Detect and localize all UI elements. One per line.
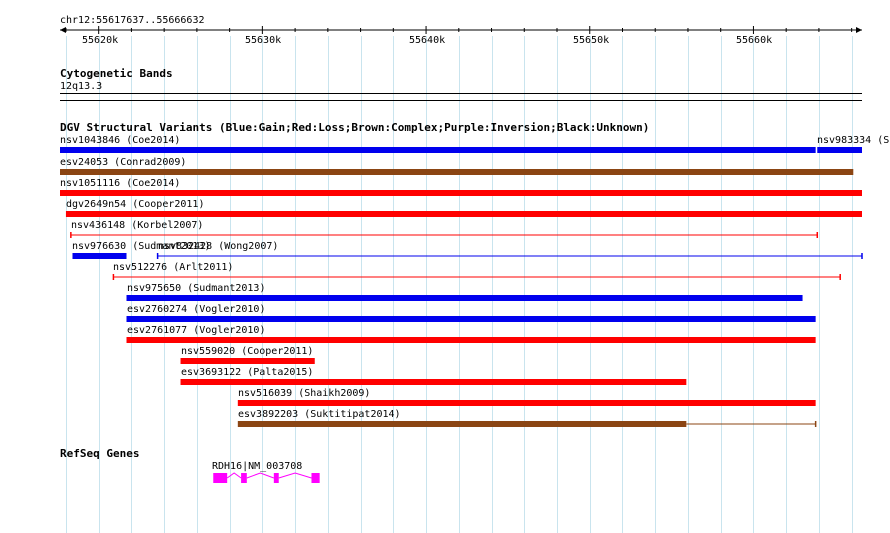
sv-feature-loss[interactable]: [126, 337, 816, 343]
sv-bar[interactable]: [237, 400, 816, 406]
sv-bar[interactable]: [60, 147, 816, 153]
sv-bar[interactable]: [817, 147, 862, 153]
sv-feature-gain[interactable]: [60, 147, 816, 153]
exon[interactable]: [213, 473, 228, 483]
sv-feature-label[interactable]: esv3693122 (Palta2015): [181, 367, 313, 378]
sv-feature-complex[interactable]: [60, 169, 854, 175]
intron: [278, 472, 312, 479]
gene-label[interactable]: RDH16|NM_003708: [212, 461, 302, 472]
sv-bar[interactable]: [65, 211, 862, 217]
sv-feature-loss[interactable]: [112, 274, 841, 280]
sv-bar[interactable]: [126, 337, 816, 343]
exon[interactable]: [241, 473, 247, 483]
sv-feature-label[interactable]: nsv983334 (S: [817, 135, 889, 146]
sv-feature-gain[interactable]: [126, 295, 803, 301]
sv-feature-label[interactable]: nsv1051116 (Coe2014): [60, 178, 180, 189]
sv-feature-label[interactable]: dgv2649n54 (Cooper2011): [66, 199, 204, 210]
sv-feature-loss[interactable]: [237, 400, 816, 406]
sv-feature-gain[interactable]: [156, 253, 863, 259]
sv-feature-label[interactable]: nsv516039 (Shaikh2009): [238, 388, 370, 399]
sv-feature-label[interactable]: nsv559020 (Cooper2011): [181, 346, 313, 357]
sv-feature-label[interactable]: esv2760274 (Vogler2010): [127, 304, 265, 315]
sv-bar[interactable]: [126, 316, 816, 322]
sv-feature-loss[interactable]: [180, 358, 315, 364]
sv-feature-label[interactable]: nsv436148 (Korbel2007): [71, 220, 203, 231]
sv-bar[interactable]: [180, 379, 687, 385]
sv-feature-label[interactable]: esv3892203 (Suktitipat2014): [238, 409, 401, 420]
sv-feature-label[interactable]: nsv512276 (Arlt2011): [113, 262, 233, 273]
sv-bar[interactable]: [72, 253, 127, 259]
sv-feature-gain[interactable]: [72, 253, 127, 259]
sv-feature-loss[interactable]: [65, 211, 862, 217]
sv-feature-complex[interactable]: [237, 421, 817, 427]
sv-feature-gain[interactable]: [126, 316, 816, 322]
sv-bar[interactable]: [180, 358, 315, 364]
sv-bar[interactable]: [237, 421, 687, 427]
sv-bar[interactable]: [60, 190, 862, 196]
sv-feature-label[interactable]: nsv832428 (Wong2007): [158, 241, 278, 252]
sv-feature-gain[interactable]: [817, 147, 862, 153]
intron: [246, 472, 275, 479]
sv-feature-label[interactable]: nsv975650 (Sudmant2013): [127, 283, 265, 294]
sv-feature-loss[interactable]: [180, 379, 687, 385]
sv-feature-label[interactable]: nsv1043846 (Coe2014): [60, 135, 180, 146]
sv-bar[interactable]: [126, 295, 803, 301]
exon[interactable]: [311, 473, 320, 483]
sv-feature-loss[interactable]: [70, 232, 819, 238]
exon[interactable]: [273, 473, 279, 483]
sv-feature-label[interactable]: esv24053 (Conrad2009): [60, 157, 186, 168]
sv-feature-label[interactable]: esv2761077 (Vogler2010): [127, 325, 265, 336]
gene-model[interactable]: [213, 472, 320, 483]
sv-feature-loss[interactable]: [60, 190, 862, 196]
sv-bar[interactable]: [60, 169, 854, 175]
intron: [226, 472, 242, 479]
